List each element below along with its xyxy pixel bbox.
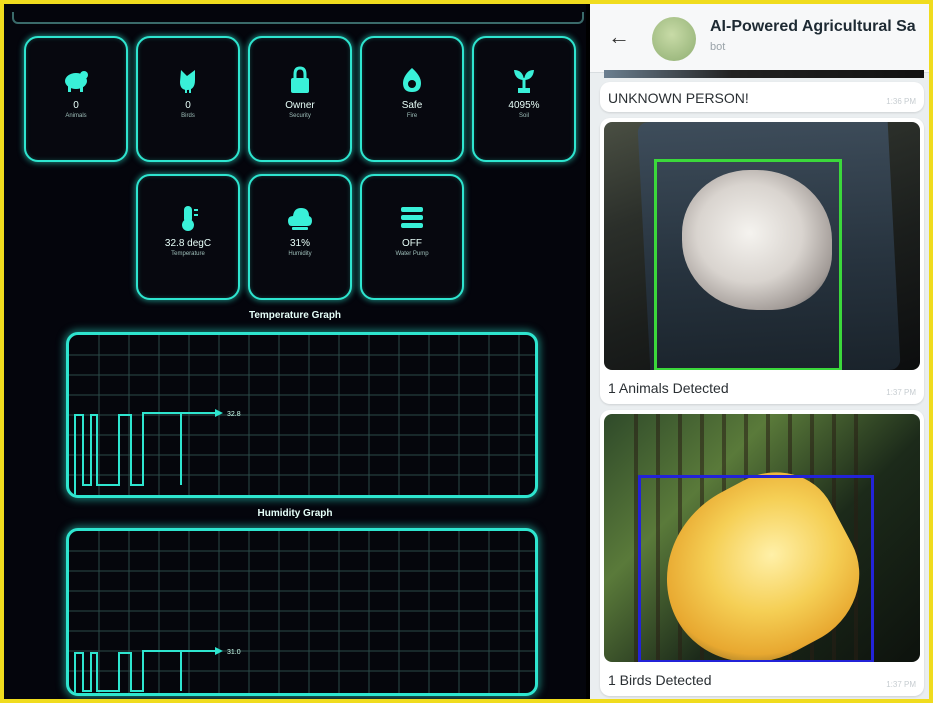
temperature-series-line <box>74 412 215 495</box>
temperature-card: 32.8 degC Temperature <box>136 174 240 300</box>
water-pump-icon <box>401 207 423 228</box>
detection-box-bird <box>638 475 874 662</box>
humidity-label: Humidity <box>288 251 312 257</box>
humidity-graph: 31.0 <box>66 528 538 696</box>
fire-value: Safe <box>401 100 423 111</box>
humidity-value: 31% <box>289 238 310 249</box>
water-pump-card: OFF Water Pump <box>360 174 464 300</box>
soil-label: Soil <box>518 113 529 119</box>
birds-card: 0 Birds <box>136 36 240 162</box>
bird-detection-photo[interactable] <box>604 414 920 662</box>
water-pump-value: OFF <box>402 238 422 249</box>
chat-subtitle: bot <box>710 41 726 53</box>
animal-time: 1:37 PM <box>886 388 916 397</box>
dashboard-top-border <box>12 12 584 24</box>
humidity-card: 31% Humidity <box>248 174 352 300</box>
animals-value: 0 <box>73 100 79 111</box>
previous-photo-edge <box>604 70 924 78</box>
telegram-chat: ← AI-Powered Agricultural Sa bot UNKNOWN… <box>590 4 929 699</box>
temperature-graph: 32.8 <box>66 332 538 498</box>
message-animal-photo[interactable]: 1 Animals Detected 1:37 PM <box>600 118 924 404</box>
temperature-current-label: 32.8 <box>227 411 241 418</box>
humidity-current-label: 31.0 <box>227 649 241 656</box>
soil-card: 4095% Soil <box>472 36 576 162</box>
message-unknown-person[interactable]: UNKNOWN PERSON! 1:36 PM <box>600 82 924 112</box>
message-text: UNKNOWN PERSON! <box>608 90 749 106</box>
security-card: Owner Security <box>248 36 352 162</box>
birds-label: Birds <box>181 113 195 119</box>
humidity-graph-title: Humidity Graph <box>257 508 333 519</box>
humidity-grid <box>69 531 535 693</box>
water-pump-label: Water Pump <box>395 251 429 257</box>
birds-value: 0 <box>185 100 191 111</box>
screenshot-frame: 0 Animals 0 Birds Owner Security Safe Fi… <box>4 4 929 699</box>
animals-card: 0 Animals <box>24 36 128 162</box>
temperature-value: 32.8 degC <box>164 238 212 249</box>
message-time: 1:36 PM <box>886 97 916 106</box>
humidity-series-line <box>74 650 215 693</box>
bot-avatar[interactable] <box>652 17 696 61</box>
temperature-grid <box>69 335 535 495</box>
temperature-graph-plot: 32.8 <box>69 335 535 495</box>
soil-plant-icon <box>514 70 534 93</box>
soil-value: 4095% <box>508 100 540 111</box>
bird-icon <box>180 70 195 93</box>
animal-icon <box>65 71 88 92</box>
chat-header: ← AI-Powered Agricultural Sa bot <box>590 4 929 73</box>
temperature-graph-title: Temperature Graph <box>248 310 342 321</box>
bird-caption: 1 Birds Detected <box>608 672 712 688</box>
animals-label: Animals <box>65 113 87 119</box>
animal-detection-photo[interactable] <box>604 122 920 370</box>
farm-dashboard: 0 Animals 0 Birds Owner Security Safe Fi… <box>4 4 586 699</box>
security-value: Owner <box>285 100 315 111</box>
thermometer-icon <box>182 206 198 231</box>
message-bird-photo[interactable]: 1 Birds Detected 1:37 PM <box>600 410 924 696</box>
detection-box-animal <box>654 159 842 370</box>
back-arrow-icon[interactable]: ← <box>608 26 630 48</box>
chat-title[interactable]: AI-Powered Agricultural Sa <box>710 18 916 36</box>
bird-time: 1:37 PM <box>886 680 916 689</box>
humidity-graph-plot: 31.0 <box>69 531 535 693</box>
animal-caption: 1 Animals Detected <box>608 380 729 396</box>
fire-card: Safe Fire <box>360 36 464 162</box>
temperature-label: Temperature <box>171 251 205 257</box>
fire-icon <box>403 68 421 92</box>
security-label: Security <box>289 113 311 119</box>
fire-label: Fire <box>406 113 418 119</box>
security-lock-icon <box>291 66 309 93</box>
humidity-cloud-icon <box>288 208 312 230</box>
